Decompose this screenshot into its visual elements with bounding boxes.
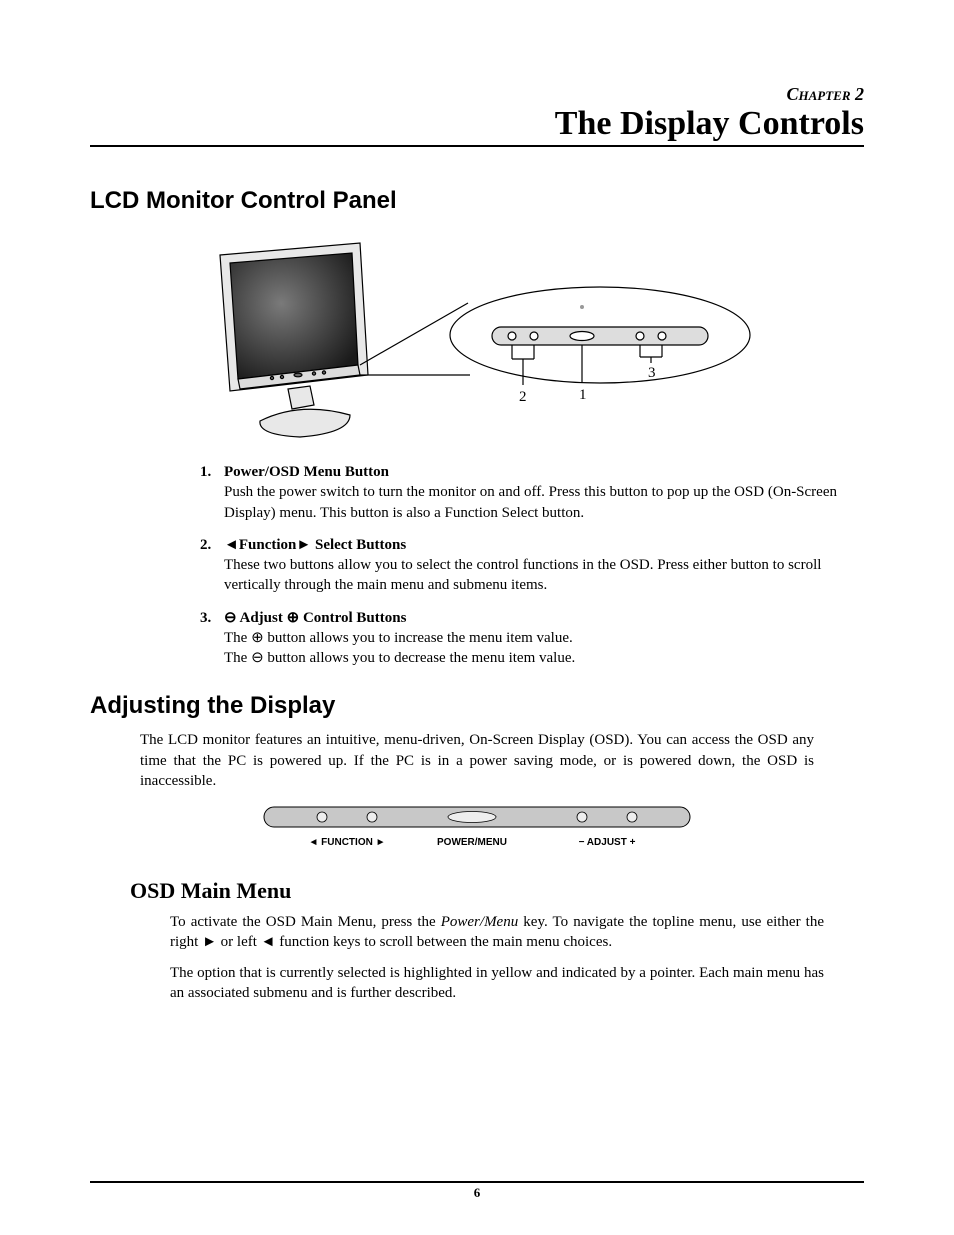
paragraph: The LCD monitor features an intuitive, m…: [140, 730, 814, 791]
list-item: 2. ◄Function► Select Buttons These two b…: [200, 535, 864, 596]
strip-label-power: POWER/MENU: [437, 837, 507, 848]
left-arrow-icon: ◄: [224, 536, 239, 553]
item-number: 2.: [200, 535, 224, 596]
subsection-osd-main-menu: OSD Main Menu: [130, 878, 864, 904]
item-number: 3.: [200, 608, 224, 669]
strip-label-function: ◄ FUNCTION ►: [308, 837, 385, 848]
item-label: ◄Function► Select Buttons: [224, 537, 406, 553]
page-footer: 6: [90, 1181, 864, 1201]
plus-circle-icon: ⊕: [251, 629, 264, 646]
page-number: 6: [474, 1185, 481, 1200]
minus-circle-icon: ⊖: [251, 649, 264, 666]
page-title: The Display Controls: [90, 105, 864, 147]
diagram-label-2: 2: [519, 389, 527, 405]
list-item: 3. ⊖ Adjust ⊕ Control Buttons The ⊕ butt…: [200, 608, 864, 669]
list-item: 1. Power/OSD Menu Button Push the power …: [200, 462, 864, 523]
item-text: These two buttons allow you to select th…: [224, 557, 821, 593]
plus-circle-icon: ⊕: [287, 609, 300, 626]
diagram-label-3: 3: [648, 365, 656, 381]
section-adjusting-display: Adjusting the Display: [90, 692, 864, 720]
item-label: ⊖ Adjust ⊕ Control Buttons: [224, 610, 406, 626]
chapter-label: Chapter 2: [90, 84, 864, 105]
document-page: Chapter 2 The Display Controls LCD Monit…: [0, 0, 954, 1235]
paragraph: The option that is currently selected is…: [170, 963, 824, 1004]
item-label: Power/OSD Menu Button: [224, 464, 389, 480]
right-arrow-icon: ►: [296, 536, 311, 553]
numbered-list: 1. Power/OSD Menu Button Push the power …: [200, 462, 864, 668]
item-line-1: The ⊕ button allows you to increase the …: [224, 630, 573, 646]
paragraph: To activate the OSD Main Menu, press the…: [170, 912, 824, 953]
item-number: 1.: [200, 462, 224, 523]
diagram-label-1: 1: [579, 387, 587, 403]
item-text: Push the power switch to turn the monito…: [224, 484, 837, 520]
minus-circle-icon: ⊖: [224, 609, 237, 626]
monitor-diagram: 2 1 3: [200, 225, 864, 450]
strip-label-adjust: − ADJUST +: [579, 837, 636, 848]
item-line-2: The ⊖ button allows you to decrease the …: [224, 650, 575, 666]
control-strip-figure: ◄ FUNCTION ► POWER/MENU − ADJUST +: [262, 805, 692, 858]
section-lcd-control-panel: LCD Monitor Control Panel: [90, 187, 864, 215]
